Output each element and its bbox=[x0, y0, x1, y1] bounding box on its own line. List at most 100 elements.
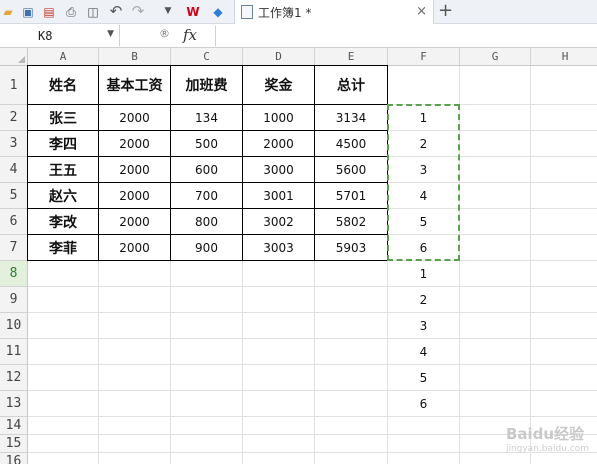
cell-a4[interactable]: 王五 bbox=[28, 157, 99, 183]
cell-e3[interactable]: 4500 bbox=[315, 131, 388, 157]
cell-a7[interactable]: 李菲 bbox=[28, 235, 99, 261]
cell-g7[interactable] bbox=[460, 235, 531, 261]
cell-a1[interactable]: 姓名 bbox=[28, 66, 99, 105]
row-header-9[interactable]: 9 bbox=[0, 287, 28, 313]
cell-a15[interactable] bbox=[28, 435, 99, 453]
cell-a11[interactable] bbox=[28, 339, 99, 365]
cell-h2[interactable] bbox=[531, 105, 597, 131]
cell-c5[interactable]: 700 bbox=[171, 183, 243, 209]
cell-c9[interactable] bbox=[171, 287, 243, 313]
cell-a12[interactable] bbox=[28, 365, 99, 391]
cell-b15[interactable] bbox=[99, 435, 171, 453]
cell-e11[interactable] bbox=[315, 339, 388, 365]
cell-g16[interactable] bbox=[460, 453, 531, 464]
cell-c4[interactable]: 600 bbox=[171, 157, 243, 183]
cell-d5[interactable]: 3001 bbox=[243, 183, 315, 209]
close-tab-icon[interactable]: × bbox=[416, 4, 427, 19]
export-pdf-icon[interactable]: ▤ bbox=[41, 3, 57, 20]
cell-h13[interactable] bbox=[531, 391, 597, 417]
column-header-g[interactable]: G bbox=[460, 48, 531, 66]
cell-b14[interactable] bbox=[99, 417, 171, 435]
column-header-c[interactable]: C bbox=[171, 48, 243, 66]
cell-b4[interactable]: 2000 bbox=[99, 157, 171, 183]
cell-b9[interactable] bbox=[99, 287, 171, 313]
cell-b10[interactable] bbox=[99, 313, 171, 339]
cell-c10[interactable] bbox=[171, 313, 243, 339]
row-header-4[interactable]: 4 bbox=[0, 157, 28, 183]
cell-d9[interactable] bbox=[243, 287, 315, 313]
row-header-5[interactable]: 5 bbox=[0, 183, 28, 209]
cell-g9[interactable] bbox=[460, 287, 531, 313]
cell-f3[interactable]: 2 bbox=[388, 131, 460, 157]
row-header-14[interactable]: 14 bbox=[0, 417, 28, 435]
print-icon[interactable]: ⎙ bbox=[63, 3, 79, 20]
cell-e13[interactable] bbox=[315, 391, 388, 417]
cell-f6[interactable]: 5 bbox=[388, 209, 460, 235]
cell-d10[interactable] bbox=[243, 313, 315, 339]
cell-e1[interactable]: 总计 bbox=[315, 66, 388, 105]
cell-b5[interactable]: 2000 bbox=[99, 183, 171, 209]
cell-g12[interactable] bbox=[460, 365, 531, 391]
redo-icon[interactable]: ↷ bbox=[130, 3, 146, 20]
row-header-8[interactable]: 8 bbox=[0, 261, 28, 287]
cell-g6[interactable] bbox=[460, 209, 531, 235]
row-header-3[interactable]: 3 bbox=[0, 131, 28, 157]
cell-b16[interactable] bbox=[99, 453, 171, 464]
cell-c15[interactable] bbox=[171, 435, 243, 453]
cell-g8[interactable] bbox=[460, 261, 531, 287]
cell-d8[interactable] bbox=[243, 261, 315, 287]
cell-e12[interactable] bbox=[315, 365, 388, 391]
cell-c11[interactable] bbox=[171, 339, 243, 365]
cell-f15[interactable] bbox=[388, 435, 460, 453]
cell-e2[interactable]: 3134 bbox=[315, 105, 388, 131]
row-header-1[interactable]: 1 bbox=[0, 66, 28, 105]
cell-d16[interactable] bbox=[243, 453, 315, 464]
row-header-16[interactable]: 16 bbox=[0, 453, 28, 464]
row-header-7[interactable]: 7 bbox=[0, 235, 28, 261]
tab-workbook1[interactable]: 工作簿1 * × bbox=[234, 0, 434, 24]
cell-e16[interactable] bbox=[315, 453, 388, 464]
cell-d13[interactable] bbox=[243, 391, 315, 417]
cell-h11[interactable] bbox=[531, 339, 597, 365]
cell-d4[interactable]: 3000 bbox=[243, 157, 315, 183]
cell-d11[interactable] bbox=[243, 339, 315, 365]
cell-c16[interactable] bbox=[171, 453, 243, 464]
cell-a2[interactable]: 张三 bbox=[28, 105, 99, 131]
cell-h8[interactable] bbox=[531, 261, 597, 287]
cell-b6[interactable]: 2000 bbox=[99, 209, 171, 235]
cell-d1[interactable]: 奖金 bbox=[243, 66, 315, 105]
cell-f9[interactable]: 2 bbox=[388, 287, 460, 313]
cell-e10[interactable] bbox=[315, 313, 388, 339]
cell-c6[interactable]: 800 bbox=[171, 209, 243, 235]
insert-function-button[interactable]: fx bbox=[183, 26, 197, 44]
cell-e7[interactable]: 5903 bbox=[315, 235, 388, 261]
cell-f16[interactable] bbox=[388, 453, 460, 464]
cell-f13[interactable]: 6 bbox=[388, 391, 460, 417]
cell-d12[interactable] bbox=[243, 365, 315, 391]
cell-f10[interactable]: 3 bbox=[388, 313, 460, 339]
cell-e6[interactable]: 5802 bbox=[315, 209, 388, 235]
cell-b11[interactable] bbox=[99, 339, 171, 365]
open-folder-icon[interactable]: ▰ bbox=[0, 3, 16, 20]
cell-h9[interactable] bbox=[531, 287, 597, 313]
cell-c2[interactable]: 134 bbox=[171, 105, 243, 131]
cell-d15[interactable] bbox=[243, 435, 315, 453]
cell-g5[interactable] bbox=[460, 183, 531, 209]
cube-icon[interactable]: ◆ bbox=[210, 3, 226, 20]
row-header-6[interactable]: 6 bbox=[0, 209, 28, 235]
row-header-15[interactable]: 15 bbox=[0, 435, 28, 453]
column-header-f[interactable]: F bbox=[388, 48, 460, 66]
cell-f11[interactable]: 4 bbox=[388, 339, 460, 365]
column-header-e[interactable]: E bbox=[315, 48, 388, 66]
spreadsheet-grid[interactable]: A B C D E F G H 1 2 3 4 5 6 7 8 9 10 11 12 13 14 15 16 姓名 基本工资 加班费… bbox=[0, 48, 597, 464]
cell-e5[interactable]: 5701 bbox=[315, 183, 388, 209]
cell-a6[interactable]: 李改 bbox=[28, 209, 99, 235]
wps-icon[interactable]: W bbox=[185, 3, 201, 20]
cell-h7[interactable] bbox=[531, 235, 597, 261]
cell-b2[interactable]: 2000 bbox=[99, 105, 171, 131]
save-icon[interactable]: ▣ bbox=[20, 3, 36, 20]
cell-a13[interactable] bbox=[28, 391, 99, 417]
cell-a9[interactable] bbox=[28, 287, 99, 313]
cell-e14[interactable] bbox=[315, 417, 388, 435]
name-box-dropdown-icon[interactable]: ▼ bbox=[107, 29, 114, 39]
